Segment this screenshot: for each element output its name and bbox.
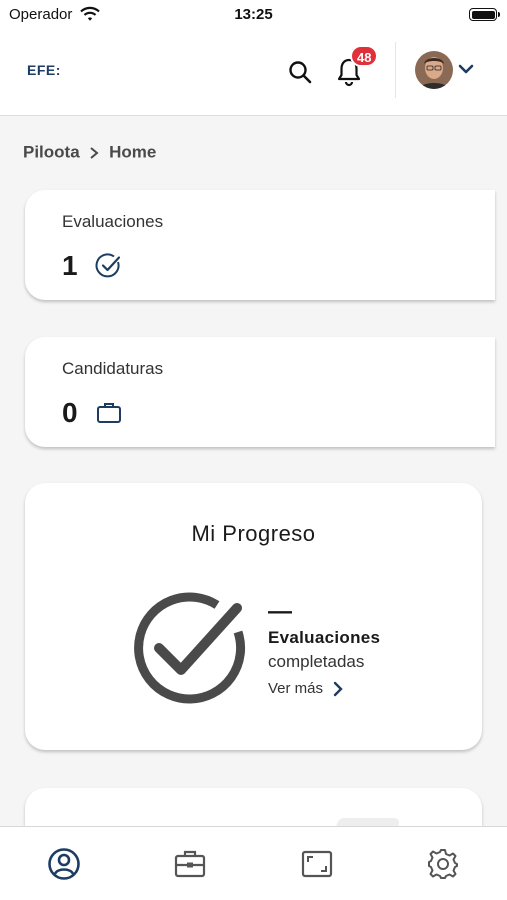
user-circle-icon[interactable] [47,847,81,881]
progress-title: Mi Progreso [191,521,316,546]
breadcrumb: Piloota Home [23,142,156,163]
candidaturas-card[interactable]: Candidaturas 0 [25,337,495,447]
toolbox-icon[interactable] [173,847,207,881]
logo: EFE: [27,62,61,78]
chevron-right-icon[interactable] [331,681,345,697]
see-more-link[interactable]: Ver más [268,680,323,697]
status-time: 13:25 [234,6,273,23]
progress-sublabel: completadas [268,652,365,671]
progress-label: Evaluaciones [268,628,381,647]
evaluaciones-card[interactable]: Evaluaciones 1 [25,190,495,300]
candidaturas-title: Candidaturas [62,359,164,378]
search-icon[interactable] [286,58,314,86]
check-circle-icon [95,253,121,278]
evaluaciones-count: 1 [62,250,78,281]
chevron-right-icon [90,146,99,159]
frame-icon[interactable] [300,847,334,881]
progress-card: Mi Progreso — Evaluaciones completadas V… [25,483,482,750]
tab-bar [0,826,507,900]
progress-value: — [268,598,292,625]
notification-badge: 48 [350,45,379,67]
briefcase-icon [97,403,121,423]
check-circle-large-icon [134,592,246,704]
breadcrumb-root[interactable]: Piloota [23,143,80,162]
app-header: EFE: 48 [0,30,507,116]
evaluaciones-title: Evaluaciones [62,212,164,231]
gear-icon[interactable] [426,847,460,881]
chevron-down-icon[interactable] [458,63,474,75]
candidaturas-count: 0 [62,397,78,428]
breadcrumb-current: Home [109,142,157,162]
avatar-image [415,51,453,89]
avatar[interactable] [415,51,453,89]
battery-icon [469,8,500,21]
status-bar: Operador 13:25 [0,0,507,30]
header-divider [395,42,396,98]
